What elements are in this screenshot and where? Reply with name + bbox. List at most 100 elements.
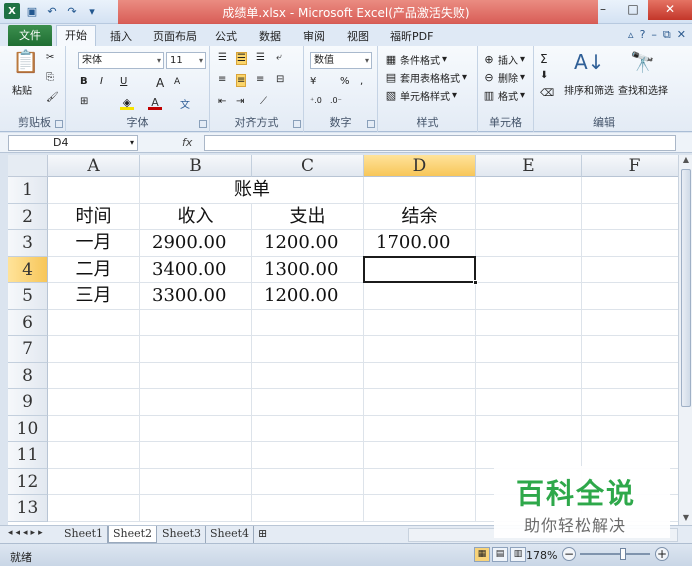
- cell-a1[interactable]: [48, 177, 140, 204]
- format-cells-button[interactable]: ▥ 格式 ▾: [482, 88, 525, 104]
- cell-a5[interactable]: 三月: [48, 283, 140, 310]
- row-header-9[interactable]: 9: [8, 389, 48, 416]
- cell-d11[interactable]: [364, 442, 476, 469]
- row-header-13[interactable]: 13: [8, 495, 48, 522]
- format-painter-icon[interactable]: 🖌: [46, 92, 59, 103]
- cell-d5[interactable]: [364, 283, 476, 310]
- insert-function-button[interactable]: fx: [182, 136, 192, 149]
- column-header-b[interactable]: B: [140, 155, 252, 177]
- row-header-11[interactable]: 11: [8, 442, 48, 469]
- cell-b13[interactable]: [140, 495, 252, 522]
- cell-e1[interactable]: [476, 177, 582, 204]
- cell-a9[interactable]: [48, 389, 140, 416]
- cell-f3[interactable]: [582, 230, 678, 257]
- cell-a7[interactable]: [48, 336, 140, 363]
- decrease-decimal-icon[interactable]: .0⁻: [330, 96, 342, 105]
- delete-cells-button[interactable]: ⊖ 删除 ▾: [482, 70, 525, 86]
- cell-c9[interactable]: [252, 389, 364, 416]
- paste-button[interactable]: 粘贴: [12, 82, 32, 97]
- autosum-button[interactable]: Σ: [540, 52, 548, 66]
- vertical-scroll-thumb[interactable]: [681, 169, 691, 407]
- zoom-level[interactable]: 178%: [526, 549, 557, 562]
- cell-b4[interactable]: 3400.00: [140, 256, 252, 283]
- name-box[interactable]: D4 ▾: [8, 135, 138, 151]
- zoom-out-icon[interactable]: −: [562, 547, 576, 561]
- fill-icon[interactable]: ⬇: [540, 70, 548, 81]
- tab-review[interactable]: 审阅: [303, 27, 325, 46]
- cell-a4[interactable]: 二月: [48, 256, 140, 283]
- cell-b2[interactable]: 收入: [140, 203, 252, 230]
- cell-b9[interactable]: [140, 389, 252, 416]
- cell-b5[interactable]: 3300.00: [140, 283, 252, 310]
- fill-handle[interactable]: [473, 280, 478, 285]
- cell-d12[interactable]: [364, 468, 476, 495]
- cell-a2[interactable]: 时间: [48, 203, 140, 230]
- cell-a13[interactable]: [48, 495, 140, 522]
- row-header-3[interactable]: 3: [8, 230, 48, 257]
- cell-e7[interactable]: [476, 336, 582, 363]
- cell-e4[interactable]: [476, 256, 582, 283]
- row-header-10[interactable]: 10: [8, 415, 48, 442]
- sort-filter-button[interactable]: 排序和筛选: [564, 82, 614, 97]
- page-break-view-icon[interactable]: ▥: [510, 547, 526, 562]
- collapse-ribbon-icon[interactable]: ▵: [628, 28, 634, 42]
- cell-b10[interactable]: [140, 415, 252, 442]
- find-select-button[interactable]: 查找和选择: [618, 82, 668, 97]
- row-header-7[interactable]: 7: [8, 336, 48, 363]
- cut-icon[interactable]: ✂: [46, 52, 54, 63]
- row-header-8[interactable]: 8: [8, 362, 48, 389]
- sheet-tab-4[interactable]: Sheet4: [206, 526, 255, 543]
- font-color-icon[interactable]: A: [148, 96, 162, 110]
- cell-d8[interactable]: [364, 362, 476, 389]
- wrap-text-icon[interactable]: ⤶: [276, 52, 282, 63]
- cell-c8[interactable]: [252, 362, 364, 389]
- select-all-corner[interactable]: [8, 155, 48, 177]
- cell-a10[interactable]: [48, 415, 140, 442]
- format-as-table-button[interactable]: ▤ 套用表格格式 ▾: [384, 70, 467, 86]
- scroll-up-icon[interactable]: ▲: [679, 155, 692, 167]
- window-restore-icon[interactable]: ⧉: [663, 28, 671, 42]
- comma-button[interactable]: ,: [360, 76, 363, 87]
- cell-styles-button[interactable]: ▧ 单元格样式 ▾: [384, 88, 457, 104]
- tab-home[interactable]: 开始: [56, 25, 96, 47]
- row-header-4[interactable]: 4: [8, 256, 48, 283]
- paste-icon[interactable]: 📋: [12, 50, 39, 75]
- help-icon[interactable]: ?: [640, 28, 646, 42]
- find-select-icon[interactable]: 🔭: [630, 50, 655, 74]
- align-left-icon[interactable]: ≡: [218, 74, 226, 85]
- tab-foxit-pdf[interactable]: 福昕PDF: [390, 27, 433, 46]
- column-header-d[interactable]: D: [364, 155, 476, 177]
- cell-e2[interactable]: [476, 203, 582, 230]
- sheet-tab-2[interactable]: Sheet2: [108, 526, 158, 543]
- row-header-6[interactable]: 6: [8, 309, 48, 336]
- increase-indent-icon[interactable]: ⇥: [236, 96, 244, 107]
- cell-e11[interactable]: [476, 442, 582, 469]
- cell-a12[interactable]: [48, 468, 140, 495]
- zoom-in-icon[interactable]: +: [655, 547, 669, 561]
- cell-c2[interactable]: 支出: [252, 203, 364, 230]
- align-right-icon[interactable]: ≡: [256, 74, 264, 85]
- sheet-tab-1[interactable]: Sheet1: [60, 526, 109, 543]
- row-header-2[interactable]: 2: [8, 203, 48, 230]
- zoom-slider-track[interactable]: [580, 553, 650, 555]
- font-launcher-icon[interactable]: [199, 120, 207, 128]
- tab-insert[interactable]: 插入: [110, 27, 132, 46]
- bold-button[interactable]: B: [80, 76, 88, 87]
- insert-cells-button[interactable]: ⊕ 插入 ▾: [482, 52, 525, 68]
- close-button[interactable]: ✕: [648, 0, 692, 20]
- minimize-button[interactable]: –: [588, 0, 618, 20]
- copy-icon[interactable]: ⎘: [46, 72, 54, 83]
- cell-d3[interactable]: 1700.00: [364, 230, 476, 257]
- cell-c6[interactable]: [252, 309, 364, 336]
- align-bottom-icon[interactable]: ☰: [256, 52, 265, 63]
- italic-button[interactable]: I: [100, 76, 103, 87]
- align-top-icon[interactable]: ☰: [218, 52, 227, 63]
- align-center-icon[interactable]: ≡: [236, 74, 247, 87]
- sheet-tab-3[interactable]: Sheet3: [158, 526, 207, 543]
- column-header-e[interactable]: E: [476, 155, 582, 177]
- row-header-5[interactable]: 5: [8, 283, 48, 310]
- cell-b11[interactable]: [140, 442, 252, 469]
- cell-e5[interactable]: [476, 283, 582, 310]
- cell-f1[interactable]: [582, 177, 678, 204]
- cell-b12[interactable]: [140, 468, 252, 495]
